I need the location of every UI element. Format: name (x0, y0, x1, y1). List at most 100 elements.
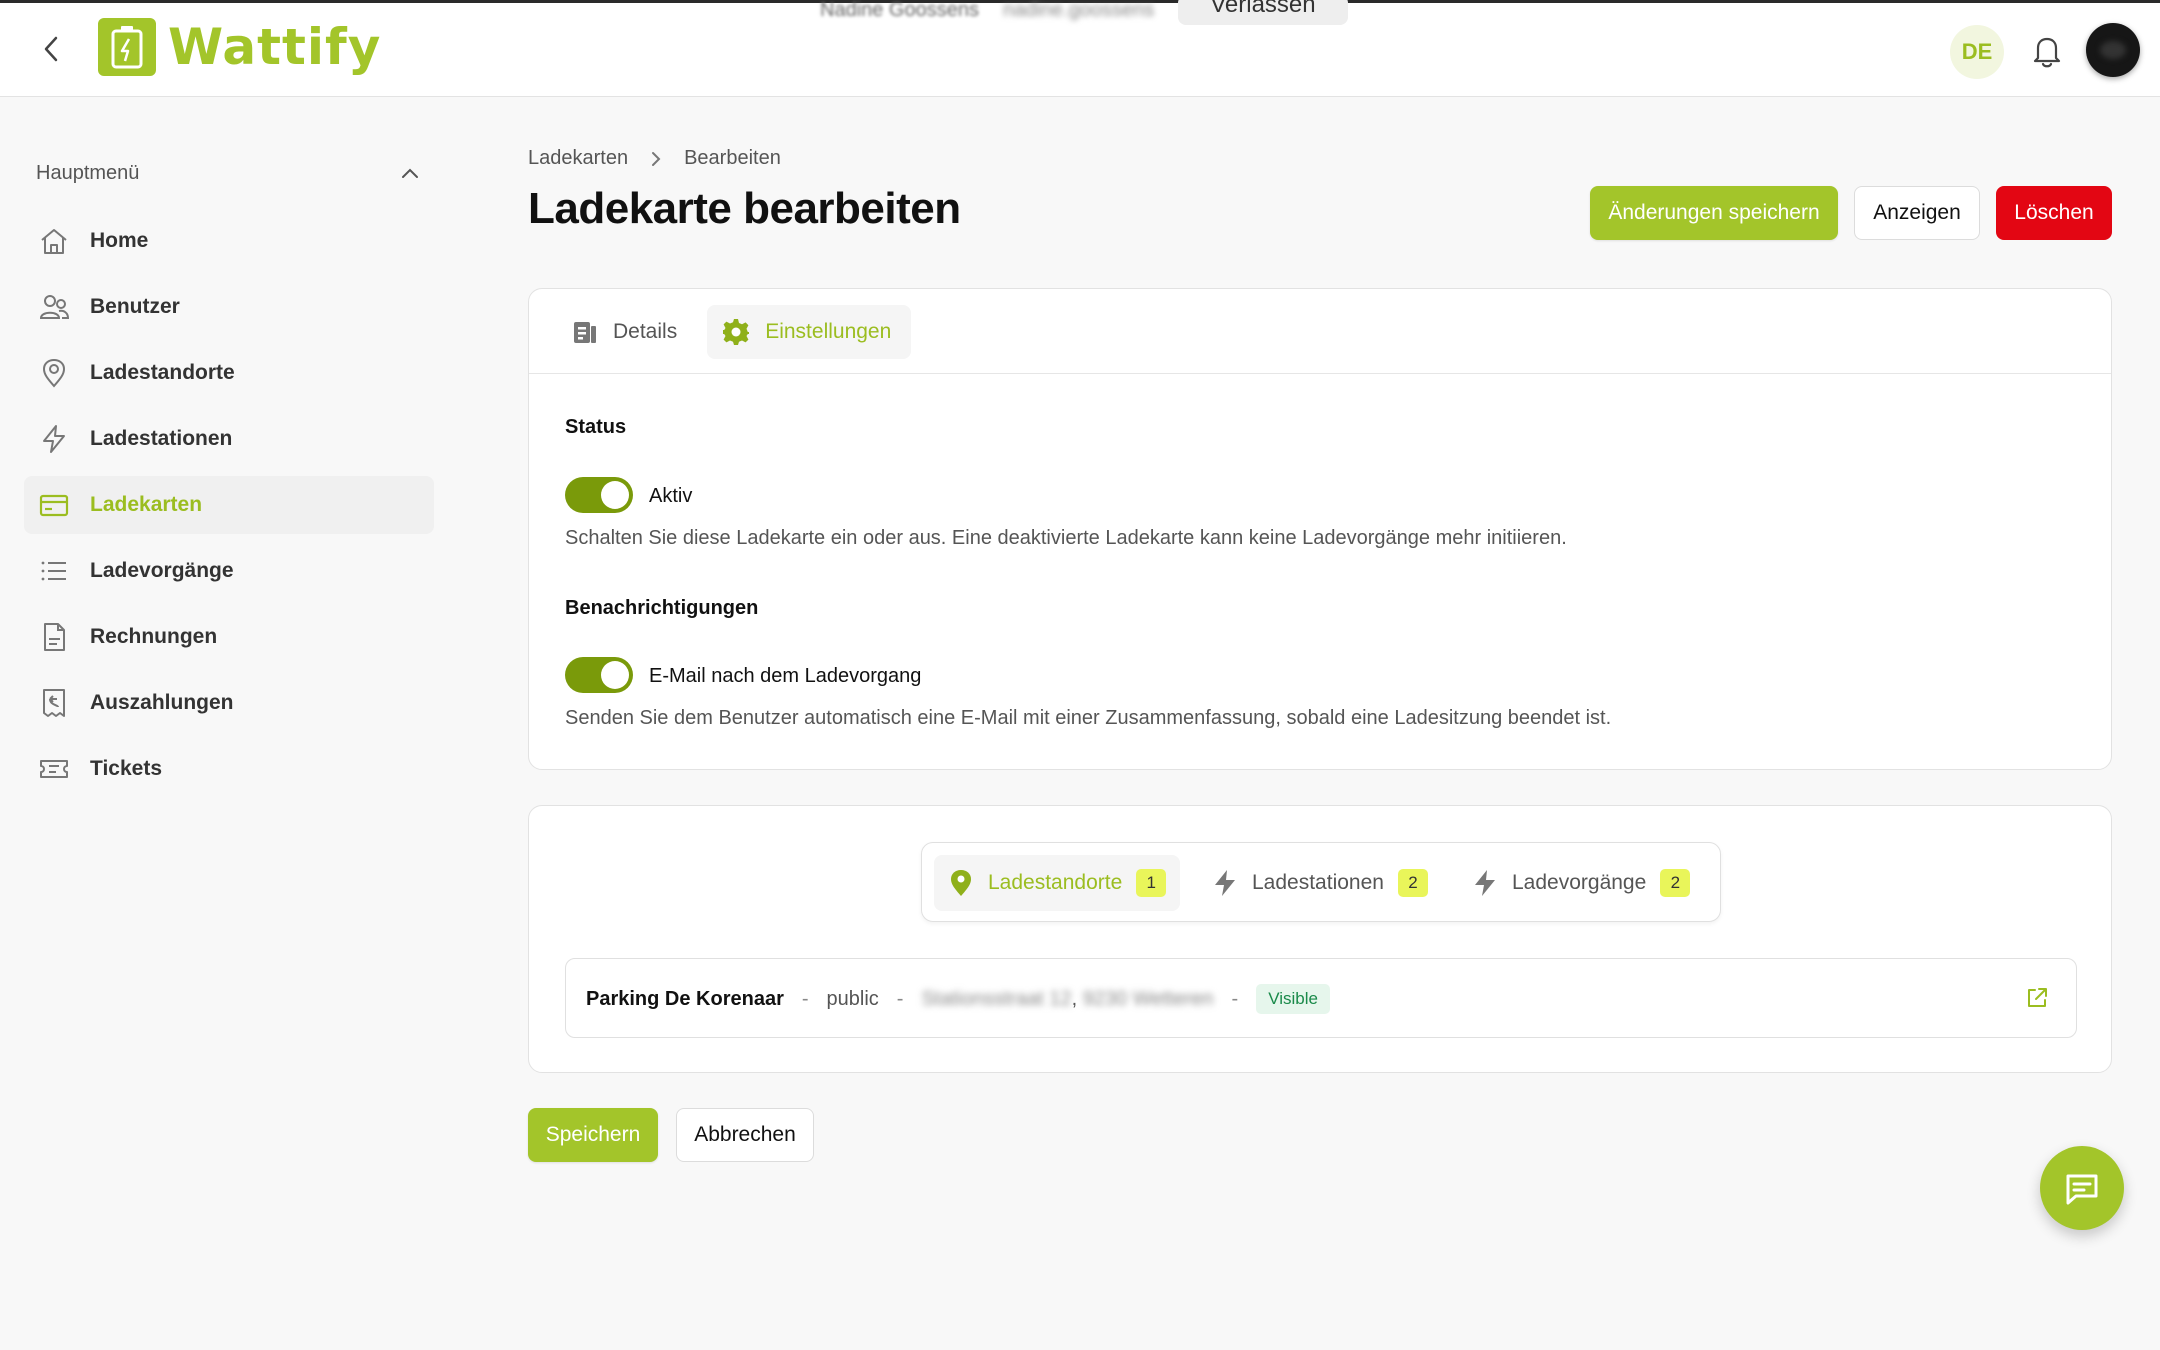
sidebar-item-label: Tickets (90, 757, 162, 780)
location-pin-icon (36, 355, 72, 391)
sidebar-item-ladestationen[interactable]: Ladestationen (24, 410, 434, 468)
related-tab-label: Ladevorgänge (1512, 871, 1647, 894)
cancel-button[interactable]: Abbrechen (676, 1108, 814, 1162)
save-button[interactable]: Speichern (528, 1108, 658, 1162)
brand-name: Wattify (168, 18, 382, 76)
notifications-section-title: Benachrichtigungen (565, 597, 759, 619)
users-icon (36, 289, 72, 325)
sidebar-item-auszahlungen[interactable]: Auszahlungen (24, 674, 434, 732)
sidebar-item-tickets[interactable]: Tickets (24, 740, 434, 798)
page-title: Ladekarte bearbeiten (528, 184, 961, 233)
home-icon (36, 223, 72, 259)
back-button[interactable] (36, 33, 68, 65)
app-root: Wattify Nadine Goossens nadine.goossens … (0, 0, 2160, 1350)
chevron-right-icon (652, 151, 661, 166)
ticket-icon (36, 751, 72, 787)
active-toggle[interactable] (565, 477, 633, 513)
related-tab-count: 2 (1660, 869, 1691, 897)
sidebar-item-home[interactable]: Home (24, 212, 434, 270)
chat-button[interactable] (2040, 1146, 2124, 1230)
location-name: Parking De Korenaar (586, 987, 784, 1010)
delete-button[interactable]: Löschen (1996, 186, 2112, 240)
sidebar-item-ladevorgaenge[interactable]: Ladevorgänge (24, 542, 434, 600)
open-location-link[interactable] (2024, 985, 2050, 1011)
tab-details[interactable]: Details (557, 305, 697, 359)
address-comma: , (1071, 987, 1083, 1010)
breadcrumb-current: Bearbeiten (684, 147, 781, 169)
tab-label: Details (613, 320, 678, 343)
related-items-card: Ladestandorte 1 Ladestationen 2 Ladevorg… (528, 805, 2112, 1073)
status-section-title: Status (565, 416, 627, 438)
brand-logo[interactable]: Wattify (98, 17, 381, 77)
sidebar-item-label: Ladekarten (90, 493, 203, 516)
sidebar-item-label: Rechnungen (90, 625, 218, 648)
related-tab-label: Ladestationen (1252, 871, 1384, 894)
related-tab-count: 2 (1397, 869, 1428, 897)
credit-card-icon (36, 487, 72, 523)
chat-bubble-icon (2066, 1174, 2098, 1205)
sidebar-item-label: Ladestationen (90, 427, 233, 450)
battery-logo-icon (98, 18, 156, 76)
language-switcher[interactable]: DE (1950, 25, 2004, 79)
separator: - (801, 987, 809, 1010)
chevron-left-icon (44, 36, 58, 62)
related-tab-label: Ladestandorte (988, 871, 1123, 894)
view-button[interactable]: Anzeigen (1854, 186, 1980, 240)
save-changes-button[interactable]: Änderungen speichern (1590, 186, 1838, 240)
sidebar-item-ladestandorte[interactable]: Ladestandorte (24, 344, 434, 402)
email-after-charge-toggle[interactable] (565, 657, 633, 693)
sidebar-item-label: Ladevorgänge (90, 559, 234, 582)
top-bar: Wattify Nadine Goossens nadine.goossens … (0, 0, 2160, 97)
gear-icon (723, 319, 750, 345)
document-icon (36, 619, 72, 655)
active-hint: Schalten Sie diese Ladekarte ein oder au… (565, 527, 1567, 549)
location-pin-icon (951, 870, 971, 896)
sidebar-item-benutzer[interactable]: Benutzer (24, 278, 434, 336)
sidebar-section-toggle[interactable]: Hauptmenü (36, 154, 420, 192)
sidebar-section-title: Hauptmenü (36, 161, 140, 184)
related-tab-ladestationen[interactable]: Ladestationen 2 (1198, 855, 1442, 911)
notifications-button[interactable] (2030, 33, 2064, 69)
tab-einstellungen[interactable]: Einstellungen (707, 305, 912, 359)
sidebar-item-label: Benutzer (90, 295, 180, 318)
list-item[interactable]: Parking De Korenaar - public - Stationss… (565, 958, 2077, 1038)
leave-impersonation-button[interactable]: Verlassen (1178, 0, 1348, 25)
related-tabs: Ladestandorte 1 Ladestationen 2 Ladevorg… (921, 842, 1721, 922)
user-avatar[interactable] (2086, 23, 2140, 77)
tab-label: Einstellungen (765, 320, 892, 343)
settings-card: Details Einstellungen Status Aktiv Schal… (528, 288, 2112, 770)
chevron-up-icon (402, 168, 418, 178)
separator: - (896, 987, 904, 1010)
related-tab-ladestandorte[interactable]: Ladestandorte 1 (934, 855, 1181, 911)
email-after-charge-label: E-Mail nach dem Ladevorgang (649, 665, 922, 687)
related-tab-count: 1 (1136, 869, 1167, 897)
separator: - (1231, 987, 1239, 1010)
list-item-content: Parking De Korenaar - public - Stationss… (586, 959, 1330, 1039)
sidebar-item-rechnungen[interactable]: Rechnungen (24, 608, 434, 666)
breadcrumb: Ladekarten Bearbeiten (528, 147, 781, 170)
breadcrumb-parent-link[interactable]: Ladekarten (528, 147, 628, 170)
sidebar-item-label: Auszahlungen (90, 691, 234, 714)
impersonated-user-name: Nadine Goossens (820, 0, 979, 21)
external-link-icon (2028, 988, 2047, 1007)
lightning-icon (1215, 870, 1235, 896)
location-address-street: Stationsstraat 12 (921, 987, 1072, 1010)
sidebar: Hauptmenü Home Benutzer Ladestandorte La… (0, 98, 460, 1350)
location-address: Stationsstraat 12 , 9230 Wetteren (921, 988, 1213, 1011)
list-icon (36, 553, 72, 589)
location-address-city: 9230 Wetteren (1082, 987, 1214, 1010)
settings-tabs: Details Einstellungen (557, 305, 912, 359)
visibility-badge: Visible (1256, 984, 1330, 1014)
impersonation-banner: Nadine Goossens nadine.goossens Verlasse… (820, 0, 1348, 25)
tabs-divider (529, 373, 2111, 374)
location-type: public (826, 987, 879, 1010)
active-toggle-label: Aktiv (649, 485, 693, 507)
related-tab-ladevorgaenge[interactable]: Ladevorgänge 2 (1458, 855, 1704, 911)
sidebar-item-label: Home (90, 229, 149, 252)
bell-icon (2033, 37, 2061, 68)
sidebar-item-ladekarten[interactable]: Ladekarten (24, 476, 434, 534)
lightning-icon (36, 421, 72, 457)
document-icon (574, 322, 596, 343)
impersonated-user-id: nadine.goossens (1002, 0, 1155, 21)
email-after-charge-hint: Senden Sie dem Benutzer automatisch eine… (565, 707, 1612, 729)
